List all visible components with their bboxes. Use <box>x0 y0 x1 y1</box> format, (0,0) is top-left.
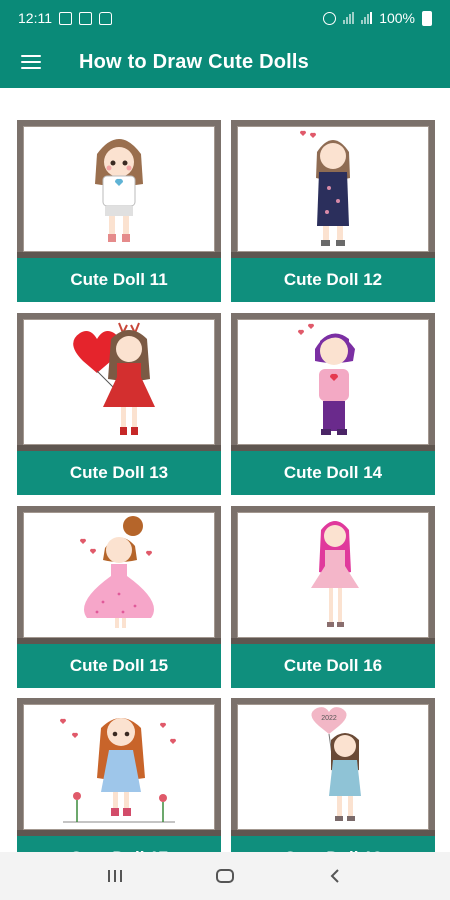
shopping-bag-icon <box>99 11 112 25</box>
doll-card-label[interactable]: Cute Doll 16 <box>231 644 435 688</box>
status-left: 12:11 <box>18 10 112 26</box>
doll-card[interactable]: Cute Doll 17 <box>17 698 221 852</box>
doll-image <box>59 718 177 823</box>
app-title: How to Draw Cute Dolls <box>79 50 309 73</box>
doll-card-label[interactable]: Cute Doll 13 <box>17 451 221 495</box>
doll-image <box>297 323 355 435</box>
doll-image-frame[interactable]: 2022 <box>231 698 435 836</box>
doll-image-frame[interactable] <box>231 120 435 258</box>
status-time: 12:11 <box>18 10 52 26</box>
doll-card[interactable]: Cute Doll 15 <box>17 506 221 688</box>
doll-image <box>311 521 359 627</box>
status-bar: 12:11 100% <box>0 0 450 36</box>
back-icon <box>330 869 339 883</box>
recent-apps-icon <box>108 870 122 882</box>
doll-image <box>95 139 143 242</box>
balloon-text: 2022 <box>321 715 337 722</box>
doll-image <box>299 130 350 246</box>
doll-card-label[interactable]: Cute Doll 18 <box>231 836 435 852</box>
doll-card-label[interactable]: Cute Doll 12 <box>231 258 435 302</box>
lock-icon <box>79 11 92 25</box>
battery-icon <box>422 10 432 26</box>
hamburger-menu-icon <box>21 55 41 69</box>
doll-card[interactable]: Cute Doll 14 <box>231 313 435 495</box>
doll-card-label[interactable]: Cute Doll 17 <box>17 836 221 852</box>
home-button[interactable] <box>205 856 245 896</box>
doll-image <box>79 516 154 628</box>
app-bar: How to Draw Cute Dolls <box>0 36 450 88</box>
menu-button[interactable] <box>0 36 62 88</box>
doll-image-frame[interactable] <box>17 506 221 644</box>
doll-card[interactable]: Cute Doll 13 <box>17 313 221 495</box>
doll-card-label[interactable]: Cute Doll 15 <box>17 644 221 688</box>
doll-card-label[interactable]: Cute Doll 11 <box>17 258 221 302</box>
alarm-icon <box>323 11 337 25</box>
doll-grid: Cute Doll 11 Cute Doll 12 Cute Doll 13 C… <box>0 88 450 852</box>
back-button[interactable] <box>315 856 355 896</box>
signal-icon <box>343 12 355 24</box>
status-right: 100% <box>323 10 432 26</box>
doll-card-label[interactable]: Cute Doll 14 <box>231 451 435 495</box>
doll-card[interactable]: 2022 Cute Doll 18 <box>231 698 435 852</box>
system-navigation-bar <box>0 852 450 900</box>
doll-card[interactable]: Cute Doll 12 <box>231 120 435 302</box>
doll-image-frame[interactable] <box>17 313 221 451</box>
signal-icon-2 <box>361 12 373 24</box>
recent-apps-button[interactable] <box>95 856 135 896</box>
doll-image-frame[interactable] <box>231 313 435 451</box>
doll-image: 2022 <box>311 707 361 821</box>
doll-card[interactable]: Cute Doll 11 <box>17 120 221 302</box>
doll-image-frame[interactable] <box>17 698 221 836</box>
doll-image-frame[interactable] <box>231 506 435 644</box>
doll-card[interactable]: Cute Doll 16 <box>231 506 435 688</box>
home-icon <box>216 869 234 883</box>
image-icon <box>59 11 72 25</box>
doll-image-frame[interactable] <box>17 120 221 258</box>
battery-percent: 100% <box>379 10 415 26</box>
doll-image <box>73 322 155 435</box>
